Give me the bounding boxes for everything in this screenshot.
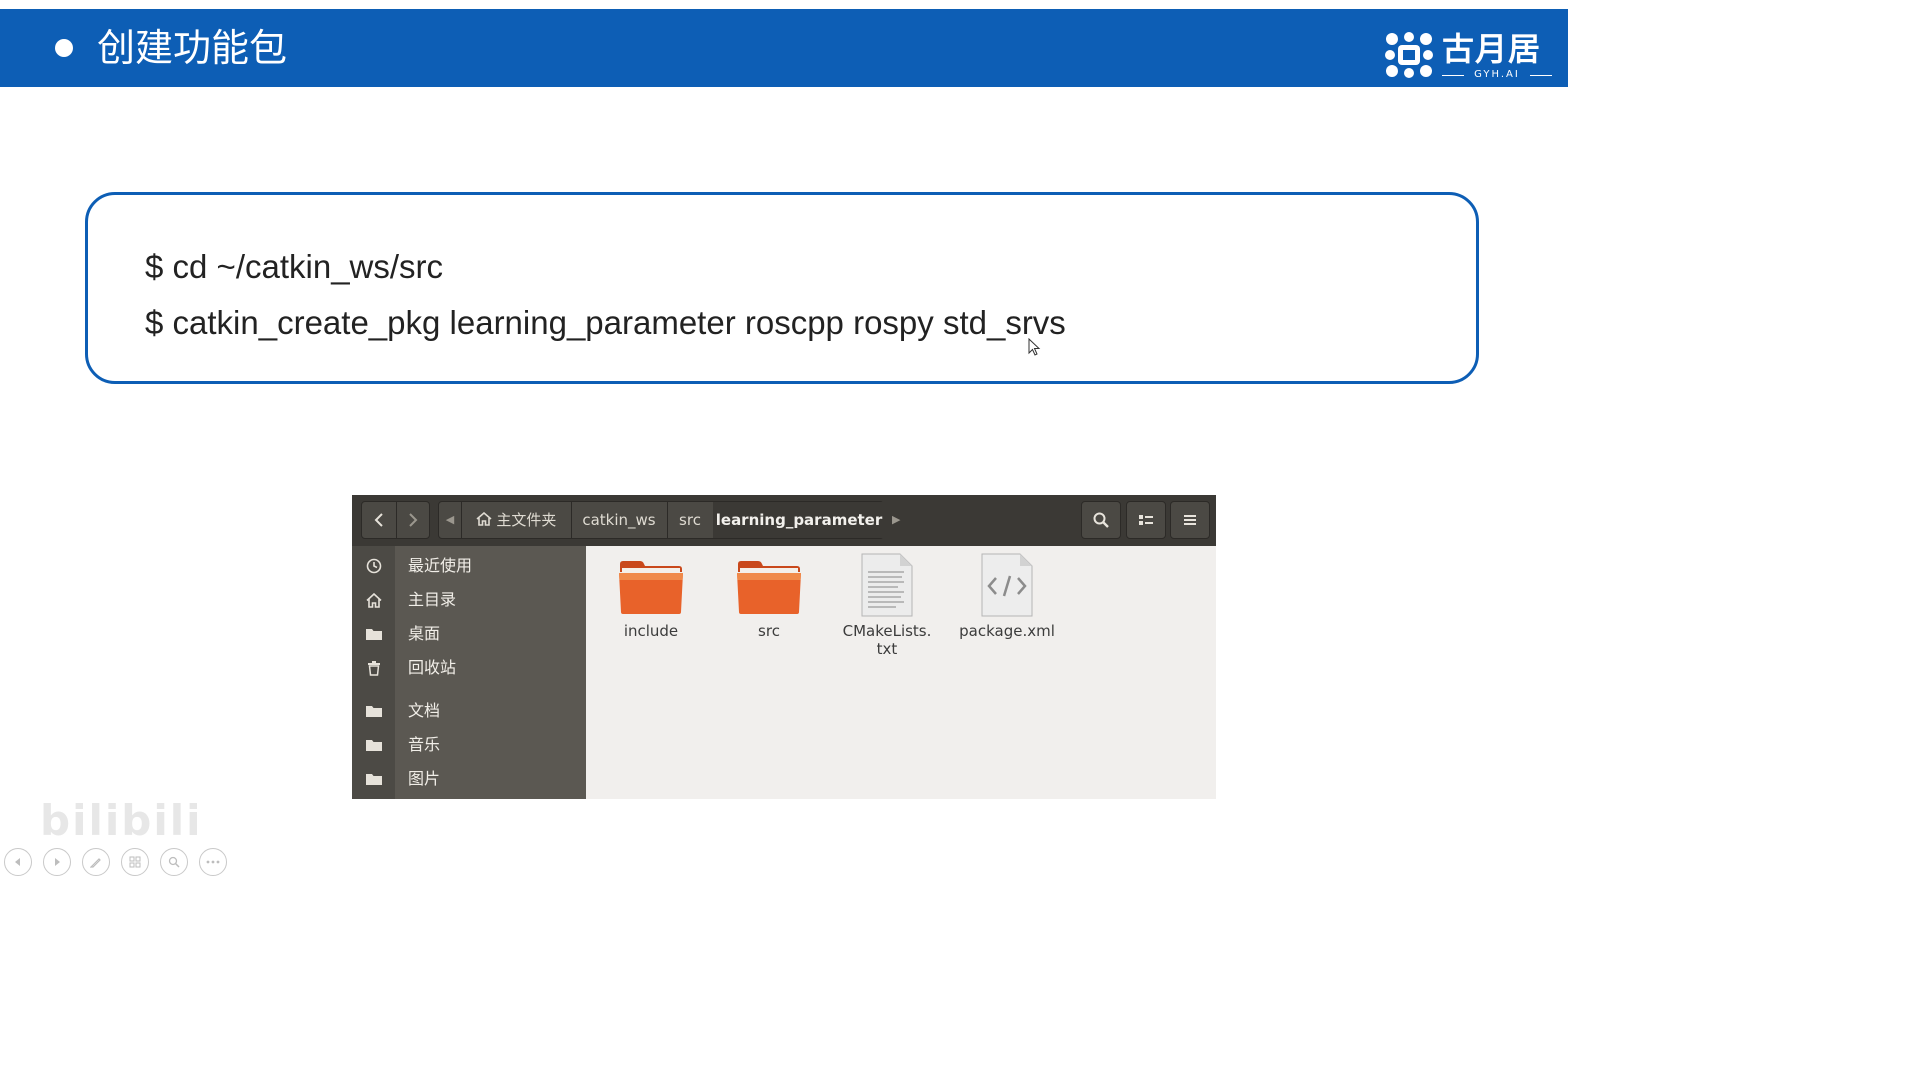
path-bar: ◀ 主文件夹 catkin_ws src learning_parameter [438, 501, 885, 539]
file-manager-window: ◀ 主文件夹 catkin_ws src learning_parameter … [352, 495, 1216, 799]
sidebar-item-recent[interactable]: 最近使用 [352, 551, 586, 581]
slide-title: 创建功能包 [97, 26, 288, 70]
folder-icon [364, 769, 384, 789]
mouse-cursor-icon [1028, 338, 1041, 356]
hamburger-menu-icon [1184, 515, 1196, 525]
sidebar-item-label: 音乐 [408, 735, 441, 754]
trash-icon [364, 658, 384, 678]
sidebar-item-label: 桌面 [408, 624, 441, 643]
sidebar-item-documents[interactable]: 文档 [352, 696, 586, 726]
folder-icon [619, 561, 683, 614]
slide-header: 创建功能包 古月居 GYH.AI [0, 9, 1568, 87]
zoom-button[interactable] [160, 848, 188, 876]
file-manager-headerbar: ◀ 主文件夹 catkin_ws src learning_parameter … [352, 495, 1216, 546]
file-name: package.xml [959, 622, 1055, 640]
places-sidebar: 最近使用 主目录 桌面 回收站 文档 音乐 图片 [352, 546, 586, 799]
back-button[interactable] [362, 502, 397, 538]
code-file-icon [981, 553, 1033, 617]
grid-icon [129, 856, 141, 868]
magnifier-icon [168, 856, 180, 868]
search-icon [1093, 512, 1109, 528]
arrow-right-icon [55, 858, 60, 866]
breadcrumb-home-label: 主文件夹 [496, 511, 557, 529]
sidebar-item-label: 文档 [408, 701, 441, 720]
search-button[interactable] [1081, 501, 1121, 539]
file-name: src [758, 622, 780, 640]
breadcrumb-src[interactable]: src [667, 502, 714, 538]
home-icon [364, 590, 384, 610]
breadcrumb-current[interactable]: learning_parameter [713, 502, 885, 538]
list-view-icon [1139, 515, 1153, 525]
text-file-icon [861, 553, 913, 617]
next-slide-button[interactable] [43, 848, 71, 876]
sidebar-item-label: 回收站 [408, 658, 457, 677]
sidebar-item-label: 主目录 [408, 590, 457, 609]
bilibili-watermark: bilibili [40, 796, 203, 845]
pen-button[interactable] [82, 848, 110, 876]
sidebar-item-home[interactable]: 主目录 [352, 585, 586, 615]
command-line-2: $ catkin_create_pkg learning_parameter r… [145, 304, 1066, 341]
path-scroll-left-button[interactable]: ◀ [439, 502, 462, 538]
clock-icon [364, 556, 384, 576]
logo-subtitle: GYH.AI [1442, 69, 1552, 81]
folder-icon [364, 735, 384, 755]
sidebar-item-pictures[interactable]: 图片 [352, 764, 586, 794]
breadcrumb-home[interactable]: 主文件夹 [461, 502, 572, 538]
path-scroll-right-button[interactable]: ▶ [892, 501, 900, 539]
chevron-left-icon [374, 513, 383, 527]
pen-icon [90, 858, 101, 868]
brand-logo: 古月居 GYH.AI [1384, 23, 1556, 83]
command-box: $ cd ~/catkin_ws/src $ catkin_create_pkg… [85, 192, 1479, 384]
chevron-right-icon [409, 513, 418, 527]
sidebar-item-label: 图片 [408, 769, 441, 788]
sidebar-item-trash[interactable]: 回收站 [352, 653, 586, 683]
file-name: include [623, 622, 679, 640]
logo-mark-icon [1385, 32, 1433, 78]
breadcrumb-catkin-ws[interactable]: catkin_ws [571, 502, 668, 538]
menu-button[interactable] [1170, 501, 1210, 539]
home-icon [476, 511, 492, 526]
sidebar-item-desktop[interactable]: 桌面 [352, 619, 586, 649]
previous-slide-button[interactable] [4, 848, 32, 876]
file-view: include src CMakeLists. txt package.xml [586, 546, 1216, 799]
sidebar-item-music[interactable]: 音乐 [352, 730, 586, 760]
nav-buttons [361, 501, 430, 539]
arrow-left-icon [15, 858, 20, 866]
logo-name: 古月居 [1442, 30, 1542, 68]
forward-button[interactable] [396, 502, 430, 538]
ellipsis-icon [206, 860, 220, 864]
folder-icon [364, 701, 384, 721]
more-options-button[interactable] [199, 848, 227, 876]
slide-overview-button[interactable] [121, 848, 149, 876]
folder-icon [737, 561, 801, 614]
view-toggle-button[interactable] [1126, 501, 1166, 539]
sidebar-item-label: 最近使用 [408, 556, 473, 575]
bullet-point [55, 39, 73, 57]
command-line-1: $ cd ~/catkin_ws/src [145, 248, 444, 285]
folder-icon [364, 624, 384, 644]
file-name: CMakeLists. txt [842, 622, 932, 658]
